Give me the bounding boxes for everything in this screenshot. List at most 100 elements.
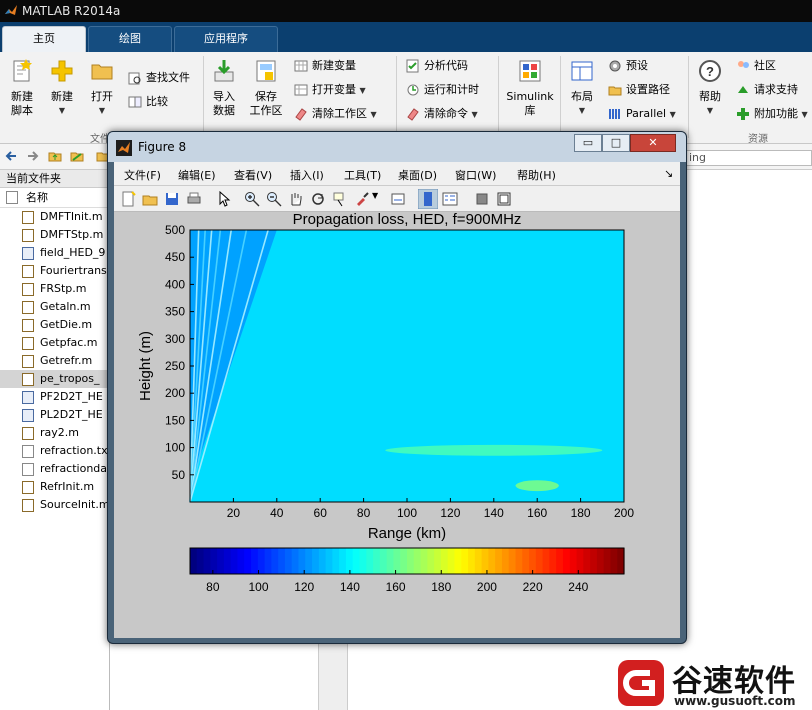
- compare-label: 比较: [146, 95, 168, 108]
- figure-titlebar[interactable]: Figure 8 ▭ □ ✕: [108, 132, 686, 162]
- minimize-button[interactable]: ▭: [574, 134, 602, 152]
- pan-hand-icon[interactable]: [288, 191, 304, 207]
- preferences-button[interactable]: 预设: [606, 56, 648, 76]
- request-support-button[interactable]: 请求支持: [734, 80, 798, 100]
- hide-plot-tools-icon[interactable]: [474, 191, 490, 207]
- forward-arrow-icon[interactable]: [26, 149, 40, 163]
- colorbar-segment: [440, 548, 449, 574]
- close-button[interactable]: ✕: [630, 134, 676, 152]
- zoom-in-icon[interactable]: [244, 191, 260, 207]
- file-list-item[interactable]: field_HED_9: [0, 244, 109, 262]
- back-arrow-icon[interactable]: [4, 149, 18, 163]
- menu-insert[interactable]: 插入(I): [290, 167, 324, 183]
- colorbar-segment: [237, 548, 245, 574]
- menu-window[interactable]: 窗口(W): [455, 167, 496, 183]
- file-list-item[interactable]: PL2D2T_HE: [0, 406, 109, 424]
- link-plot-icon[interactable]: [390, 191, 406, 207]
- new-figure-icon[interactable]: [120, 191, 136, 207]
- m-file-icon: [22, 499, 34, 512]
- new-button[interactable]: 新建 ▼: [44, 58, 80, 118]
- parallel-button[interactable]: Parallel ▼: [606, 104, 676, 124]
- file-name: refractionda: [40, 462, 108, 475]
- menu-help[interactable]: 帮助(H): [517, 167, 556, 183]
- file-name: pe_tropos_: [40, 372, 100, 385]
- edit-plot-arrow-icon[interactable]: [216, 191, 232, 207]
- layout-button[interactable]: 布局 ▼: [564, 58, 600, 118]
- file-list-item[interactable]: Fouriertrans: [0, 262, 109, 280]
- new-script-button[interactable]: 新建 脚本: [4, 58, 40, 118]
- colorbar-segment: [190, 548, 198, 574]
- legend-toggle-icon[interactable]: [442, 191, 458, 207]
- open-variable-button[interactable]: 打开变量 ▼: [292, 80, 366, 100]
- file-name: FRStp.m: [40, 282, 87, 295]
- text-file-icon: [22, 445, 34, 458]
- brush-dropdown-icon[interactable]: ▼: [372, 191, 388, 207]
- x-tick-label: 120: [440, 506, 460, 520]
- file-list-item[interactable]: refraction.tx: [0, 442, 109, 460]
- analyze-code-button[interactable]: 分析代码: [404, 56, 468, 76]
- addons-button[interactable]: 附加功能 ▼: [734, 104, 808, 124]
- run-and-time-button[interactable]: 运行和计时: [404, 80, 479, 100]
- path-field[interactable]: ing: [686, 150, 812, 166]
- file-list-item[interactable]: Getaln.m: [0, 298, 109, 316]
- file-list-item[interactable]: Getrefr.m: [0, 352, 109, 370]
- help-button[interactable]: ? 帮助 ▼: [692, 58, 728, 118]
- file-list-item[interactable]: refractionda: [0, 460, 109, 478]
- menu-view[interactable]: 查看(V): [234, 167, 272, 183]
- y-tick-label: 350: [165, 305, 185, 319]
- file-list-item[interactable]: ray2.m: [0, 424, 109, 442]
- colorbar-toggle-icon[interactable]: [418, 189, 438, 209]
- colorbar-segment: [549, 548, 557, 574]
- file-list-item[interactable]: DMFTInit.m: [0, 208, 109, 226]
- colorbar-segment: [379, 548, 388, 574]
- chart-title: Propagation loss, HED, f=900MHz: [293, 212, 522, 228]
- brush-icon[interactable]: [354, 191, 370, 207]
- maximize-button[interactable]: □: [602, 134, 630, 152]
- tab-home[interactable]: 主页: [2, 26, 86, 52]
- open-button[interactable]: 打开 ▼: [84, 58, 120, 118]
- menu-tools[interactable]: 工具(T): [344, 167, 381, 183]
- menu-desktop[interactable]: 桌面(D): [398, 167, 437, 183]
- simulink-library-button[interactable]: Simulink 库: [504, 58, 556, 118]
- menu-edit[interactable]: 编辑(E): [178, 167, 216, 183]
- community-button[interactable]: 社区: [734, 56, 776, 76]
- save-icon[interactable]: [164, 191, 180, 207]
- print-icon[interactable]: [186, 191, 202, 207]
- file-list-item[interactable]: PF2D2T_HE: [0, 388, 109, 406]
- file-list-item[interactable]: DMFTStp.m: [0, 226, 109, 244]
- menu-file[interactable]: 文件(F): [124, 167, 161, 183]
- file-list-item[interactable]: pe_tropos_: [0, 370, 109, 388]
- colorbar-segment: [603, 548, 612, 574]
- file-list-item[interactable]: GetDie.m: [0, 316, 109, 334]
- tab-plots[interactable]: 绘图: [88, 26, 172, 52]
- file-list-item[interactable]: RefrInit.m: [0, 478, 109, 496]
- app-titlebar: MATLAB R2014a: [0, 0, 812, 22]
- colorbar-segment: [284, 548, 293, 574]
- save-workspace-button[interactable]: 保存 工作区: [246, 58, 286, 118]
- file-name: Fouriertrans: [40, 264, 107, 277]
- zoom-out-icon[interactable]: [266, 191, 282, 207]
- browse-folder-icon[interactable]: [70, 149, 84, 163]
- new-label: 新建: [51, 90, 73, 103]
- svg-text:?: ?: [706, 64, 714, 79]
- compare-button[interactable]: 比较: [126, 92, 168, 112]
- new-variable-button[interactable]: 新建变量: [292, 56, 356, 76]
- menu-arrow-icon[interactable]: ↘: [664, 167, 673, 180]
- name-column-header[interactable]: 名称: [0, 188, 109, 208]
- set-path-button[interactable]: 设置路径: [606, 80, 670, 100]
- colorbar-segment: [312, 548, 320, 574]
- rotate-3d-icon[interactable]: [310, 191, 326, 207]
- clear-workspace-button[interactable]: 清除工作区 ▼: [292, 104, 377, 124]
- data-cursor-icon[interactable]: [332, 191, 348, 207]
- file-list-item[interactable]: FRStp.m: [0, 280, 109, 298]
- tab-apps[interactable]: 应用程序: [174, 26, 278, 52]
- file-list-item[interactable]: SourceInit.m: [0, 496, 109, 514]
- clear-commands-button[interactable]: 清除命令 ▼: [404, 104, 478, 124]
- open-file-icon[interactable]: [142, 191, 158, 207]
- import-data-button[interactable]: 导入 数据: [206, 58, 242, 118]
- up-folder-icon[interactable]: [48, 149, 62, 163]
- colorbar-tick-label: 80: [206, 580, 220, 594]
- file-list-item[interactable]: Getpfac.m: [0, 334, 109, 352]
- find-files-button[interactable]: 查找文件: [126, 68, 190, 88]
- show-plot-tools-icon[interactable]: [496, 191, 512, 207]
